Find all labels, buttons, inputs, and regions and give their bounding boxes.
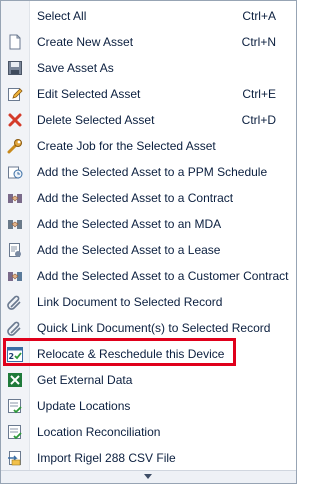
- highlight-box: [3, 338, 236, 366]
- menu-item-update-locations[interactable]: Update Locations: [1, 393, 296, 419]
- delete-x-icon: [8, 113, 22, 127]
- menu-item-create-new-asset[interactable]: Create New Asset Ctrl+N: [1, 29, 296, 55]
- menu-item-shortcut: Ctrl+A: [242, 9, 276, 23]
- wrench-icon: [7, 139, 22, 154]
- menu-item-location-reconciliation[interactable]: Location Reconciliation: [1, 419, 296, 445]
- menu-item-label: Location Reconciliation: [37, 425, 161, 439]
- update-locations-icon: [8, 399, 22, 414]
- menu-item-label: Edit Selected Asset: [37, 87, 141, 101]
- edit-pencil-icon: [8, 88, 23, 101]
- menu-item-add-to-contract[interactable]: Add the Selected Asset to a Contract: [1, 185, 296, 211]
- excel-icon: [8, 373, 22, 387]
- customer-contract-icon: [8, 272, 22, 281]
- menu-item-label: Delete Selected Asset: [37, 113, 155, 127]
- reconciliation-icon: [8, 425, 22, 440]
- menu-item-label: Add the Selected Asset to a Contract: [37, 191, 234, 205]
- menu-item-label: Add the Selected Asset to a Customer Con…: [37, 269, 289, 283]
- menu-item-label: Create New Asset: [37, 35, 134, 49]
- menu-item-add-to-ppm-schedule[interactable]: Add the Selected Asset to a PPM Schedule: [1, 159, 296, 185]
- menu-item-label: Select All: [37, 9, 87, 23]
- menu-item-add-to-mda[interactable]: Add the Selected Asset to an MDA: [1, 211, 296, 237]
- menu-item-label: Link Document to Selected Record: [37, 295, 223, 309]
- menu-item-label: Get External Data: [37, 373, 133, 387]
- menu-item-select-all[interactable]: Select All Ctrl+A: [1, 3, 296, 29]
- menu-item-create-job[interactable]: Create Job for the Selected Asset: [1, 133, 296, 159]
- contract-handshake-icon: [8, 194, 22, 203]
- lease-icon: [9, 243, 21, 257]
- menu-item-shortcut: Ctrl+N: [241, 35, 276, 49]
- menu-item-save-asset-as[interactable]: Save Asset As: [1, 55, 296, 81]
- menu-item-add-to-lease[interactable]: Add the Selected Asset to a Lease: [1, 237, 296, 263]
- quick-paperclip-icon: [7, 321, 21, 336]
- menu-item-link-document[interactable]: Link Document to Selected Record: [1, 289, 296, 315]
- menu-item-label: Save Asset As: [37, 61, 114, 75]
- schedule-clock-icon: [8, 166, 23, 179]
- menu-item-delete-selected-asset[interactable]: Delete Selected Asset Ctrl+D: [1, 107, 296, 133]
- menu-item-label: Quick Link Document(s) to Selected Recor…: [37, 321, 271, 335]
- menu-item-label: Add the Selected Asset to a Lease: [37, 243, 221, 257]
- new-document-icon: [9, 34, 21, 50]
- paperclip-icon: [7, 295, 21, 310]
- menu-item-label: Update Locations: [37, 399, 131, 413]
- menu-item-shortcut: Ctrl+E: [242, 87, 276, 101]
- menu-item-edit-selected-asset[interactable]: Edit Selected Asset Ctrl+E: [1, 81, 296, 107]
- chevron-down-icon: [144, 474, 152, 479]
- menu-item-label: Add the Selected Asset to an MDA: [37, 217, 222, 231]
- menu-item-label: Create Job for the Selected Asset: [37, 139, 216, 153]
- menu-scroll-down[interactable]: [1, 470, 296, 483]
- context-menu: Select All Ctrl+A Create New Asset Ctrl+…: [0, 0, 297, 484]
- menu-item-label: Add the Selected Asset to a PPM Schedule: [37, 165, 268, 179]
- menu-item-get-external-data[interactable]: Get External Data: [1, 367, 296, 393]
- menu-item-add-to-customer-contract[interactable]: Add the Selected Asset to a Customer Con…: [1, 263, 296, 289]
- menu-item-import-rigel-csv[interactable]: Import Rigel 288 CSV File: [1, 445, 296, 471]
- save-icon: [8, 61, 22, 75]
- menu-item-label: Import Rigel 288 CSV File: [37, 451, 176, 465]
- mda-icon: [8, 220, 22, 229]
- menu-item-shortcut: Ctrl+D: [241, 113, 276, 127]
- import-folder-icon: [8, 451, 21, 466]
